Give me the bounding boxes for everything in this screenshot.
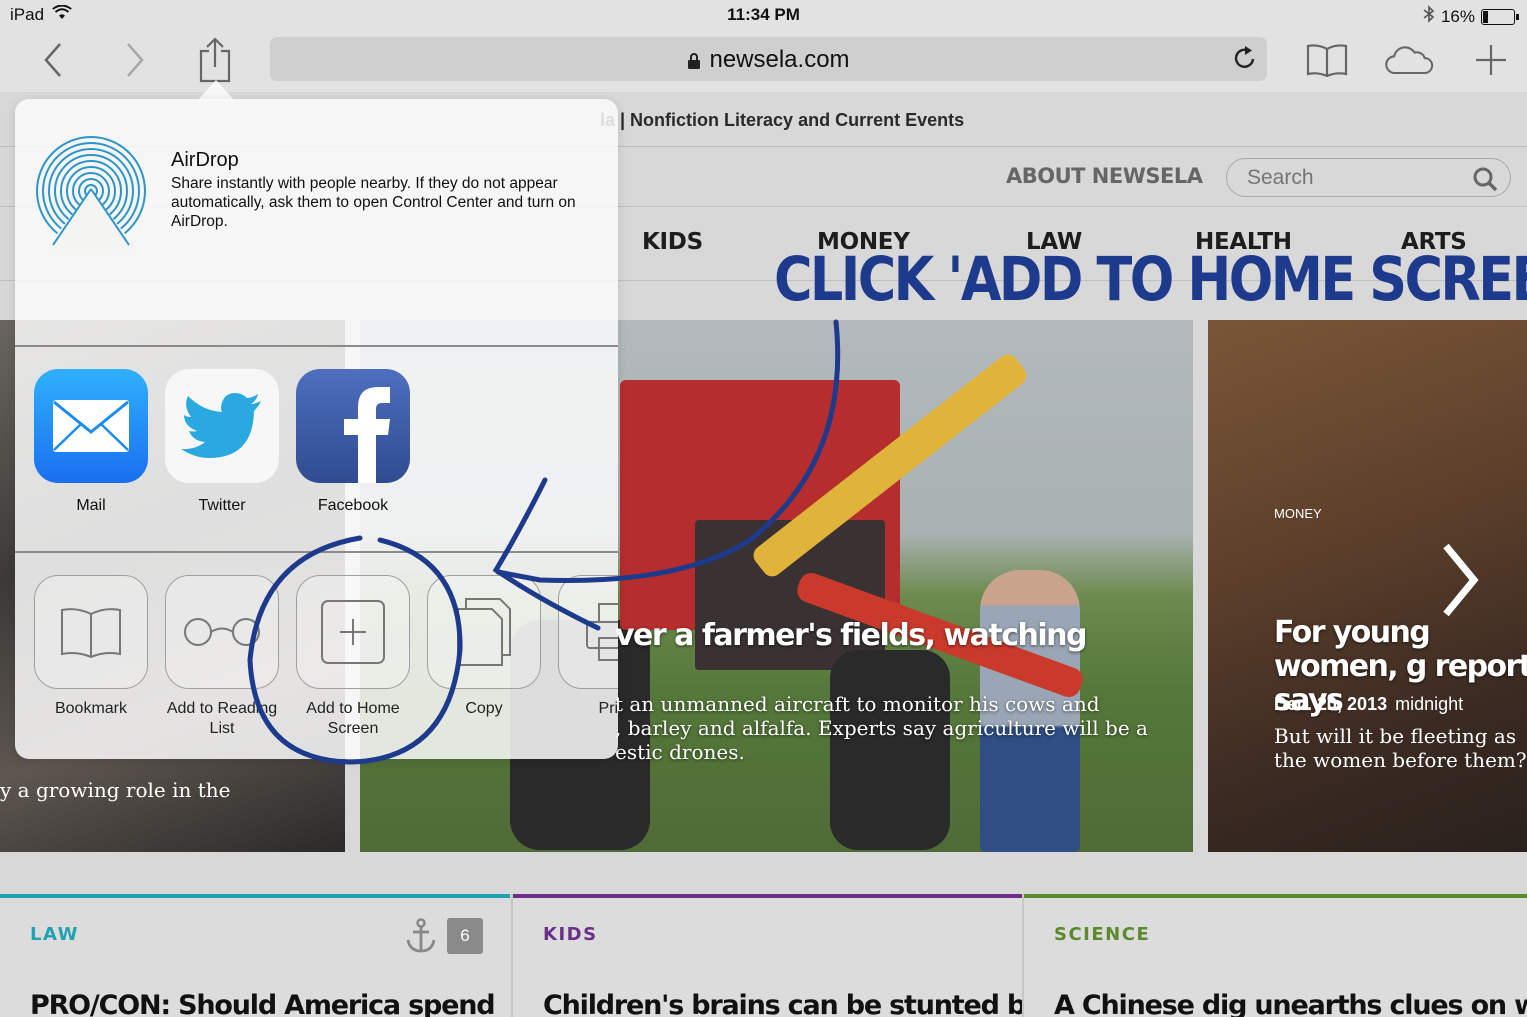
share-twitter-button[interactable]: Twitter [165, 369, 279, 515]
share-mail-button[interactable]: Mail [34, 369, 148, 515]
mail-icon [34, 369, 148, 483]
print-button[interactable]: Print [558, 575, 618, 719]
book-icon [1306, 44, 1348, 77]
copy-button[interactable]: Copy [427, 575, 541, 719]
page-title: la | Nonfiction Literacy and Current Eve… [600, 110, 965, 130]
hero-right-summary: But will it be fleeting as the women bef… [1274, 724, 1527, 772]
action-label: Copy [465, 700, 503, 717]
cloud-icon [1385, 46, 1434, 74]
back-button[interactable] [28, 36, 78, 84]
chevron-right-icon [127, 43, 144, 77]
story-card-law[interactable]: LAW 6 PRO/CON: Should America spend [0, 894, 510, 1017]
popover-arrow [198, 80, 234, 100]
hero-right-date: Dec. 20, 2013 midnight [1274, 694, 1463, 715]
card-headline[interactable]: Children's brains can be stunted by [543, 990, 1043, 1017]
twitter-icon [165, 369, 279, 483]
app-label: Twitter [198, 497, 246, 514]
copy-icon [427, 575, 541, 689]
app-label: Facebook [317, 497, 389, 514]
card-headline[interactable]: PRO/CON: Should America spend [30, 990, 496, 1017]
bookmark-button[interactable]: Bookmark [34, 575, 148, 719]
book-icon [34, 575, 148, 689]
about-link[interactable]: ABOUT NEWSELA [1006, 164, 1203, 188]
time-text: midnight [1395, 694, 1464, 714]
anchor-icon [405, 918, 437, 959]
glasses-icon [165, 575, 279, 689]
hero-right-category: MONEY [1274, 506, 1322, 521]
bluetooth-icon [1423, 5, 1435, 28]
story-card-science[interactable]: SCIENCE A Chinese dig unearths clues on … [1024, 894, 1527, 1017]
battery-percent: 16% [1440, 6, 1475, 26]
divider [15, 345, 618, 347]
hero-main-summary-line: estic drones. [615, 740, 745, 764]
airdrop-icon [33, 133, 149, 254]
plus-icon [1476, 45, 1506, 75]
share-button[interactable] [190, 36, 240, 84]
hero-main-summary-line: , barley and alfalfa. Experts say agricu… [615, 716, 1148, 740]
card-color-bar [1024, 894, 1527, 898]
hero-left-text: y a growing role in the [0, 778, 231, 802]
action-label: Bookmark [54, 700, 128, 717]
card-color-bar [513, 894, 1023, 898]
card-category: LAW [30, 924, 79, 945]
status-bar: iPad 11:34 PM 16% [0, 0, 1527, 30]
print-icon [558, 575, 618, 689]
airdrop-title: AirDrop [171, 149, 239, 171]
action-label: Add to Reading List [166, 700, 278, 737]
search-input[interactable] [1247, 166, 1467, 190]
annotation-text: CLICK 'ADD TO HOME SCREEN' [774, 244, 1527, 315]
battery-icon [1481, 8, 1519, 25]
card-category: KIDS [543, 924, 598, 945]
share-facebook-button[interactable]: Facebook [296, 369, 410, 515]
app-label: Mail [76, 497, 106, 514]
status-time: 11:34 PM [727, 5, 800, 24]
hero-main-headline[interactable]: ver a farmer's fields, watching [615, 618, 1088, 653]
address-bar[interactable]: newsela.com [270, 37, 1267, 81]
airdrop-description: Share instantly with people nearby. If t… [171, 175, 576, 230]
card-headline[interactable]: A Chinese dig unearths clues on when [1054, 990, 1527, 1017]
share-sheet: AirDrop Share instantly with people near… [15, 99, 618, 759]
story-card-kids[interactable]: KIDS Children's brains can be stunted by [513, 894, 1043, 1017]
icloud-tabs-button[interactable] [1384, 36, 1434, 84]
card-color-bar [0, 894, 510, 898]
airdrop-section[interactable]: AirDrop Share instantly with people near… [15, 99, 618, 345]
comment-count-badge: 6 [447, 918, 483, 954]
share-icon [199, 37, 231, 83]
lock-icon [688, 52, 701, 69]
facebook-icon [296, 369, 410, 483]
hero-right-story[interactable]: MONEY For young women, g report says Dec… [1208, 320, 1527, 852]
plus-square-icon [296, 575, 410, 689]
url-text: newsela.com [709, 46, 850, 73]
next-slide-icon[interactable] [1440, 542, 1480, 623]
hero-main-summary: t an unmanned aircraft to monitor his co… [615, 692, 1175, 764]
nav-kids[interactable]: KIDS [642, 229, 703, 255]
add-to-reading-list-button[interactable]: Add to Reading List [165, 575, 279, 739]
add-to-home-screen-button[interactable]: Add to Home Screen [296, 575, 410, 739]
action-label: Print [598, 700, 618, 717]
bookmarks-button[interactable] [1302, 36, 1352, 84]
new-tab-button[interactable] [1466, 36, 1516, 84]
action-label: Add to Home Screen [306, 700, 400, 737]
hero-main-summary-line: t an unmanned aircraft to monitor his co… [615, 692, 1100, 716]
reload-icon[interactable] [1233, 45, 1257, 76]
site-search[interactable] [1226, 158, 1511, 197]
date-text: Dec. 20, 2013 [1274, 694, 1388, 714]
forward-button[interactable] [110, 36, 160, 84]
search-icon[interactable] [1472, 166, 1498, 197]
card-category: SCIENCE [1054, 924, 1151, 945]
divider [15, 551, 618, 553]
chevron-left-icon [44, 43, 61, 77]
